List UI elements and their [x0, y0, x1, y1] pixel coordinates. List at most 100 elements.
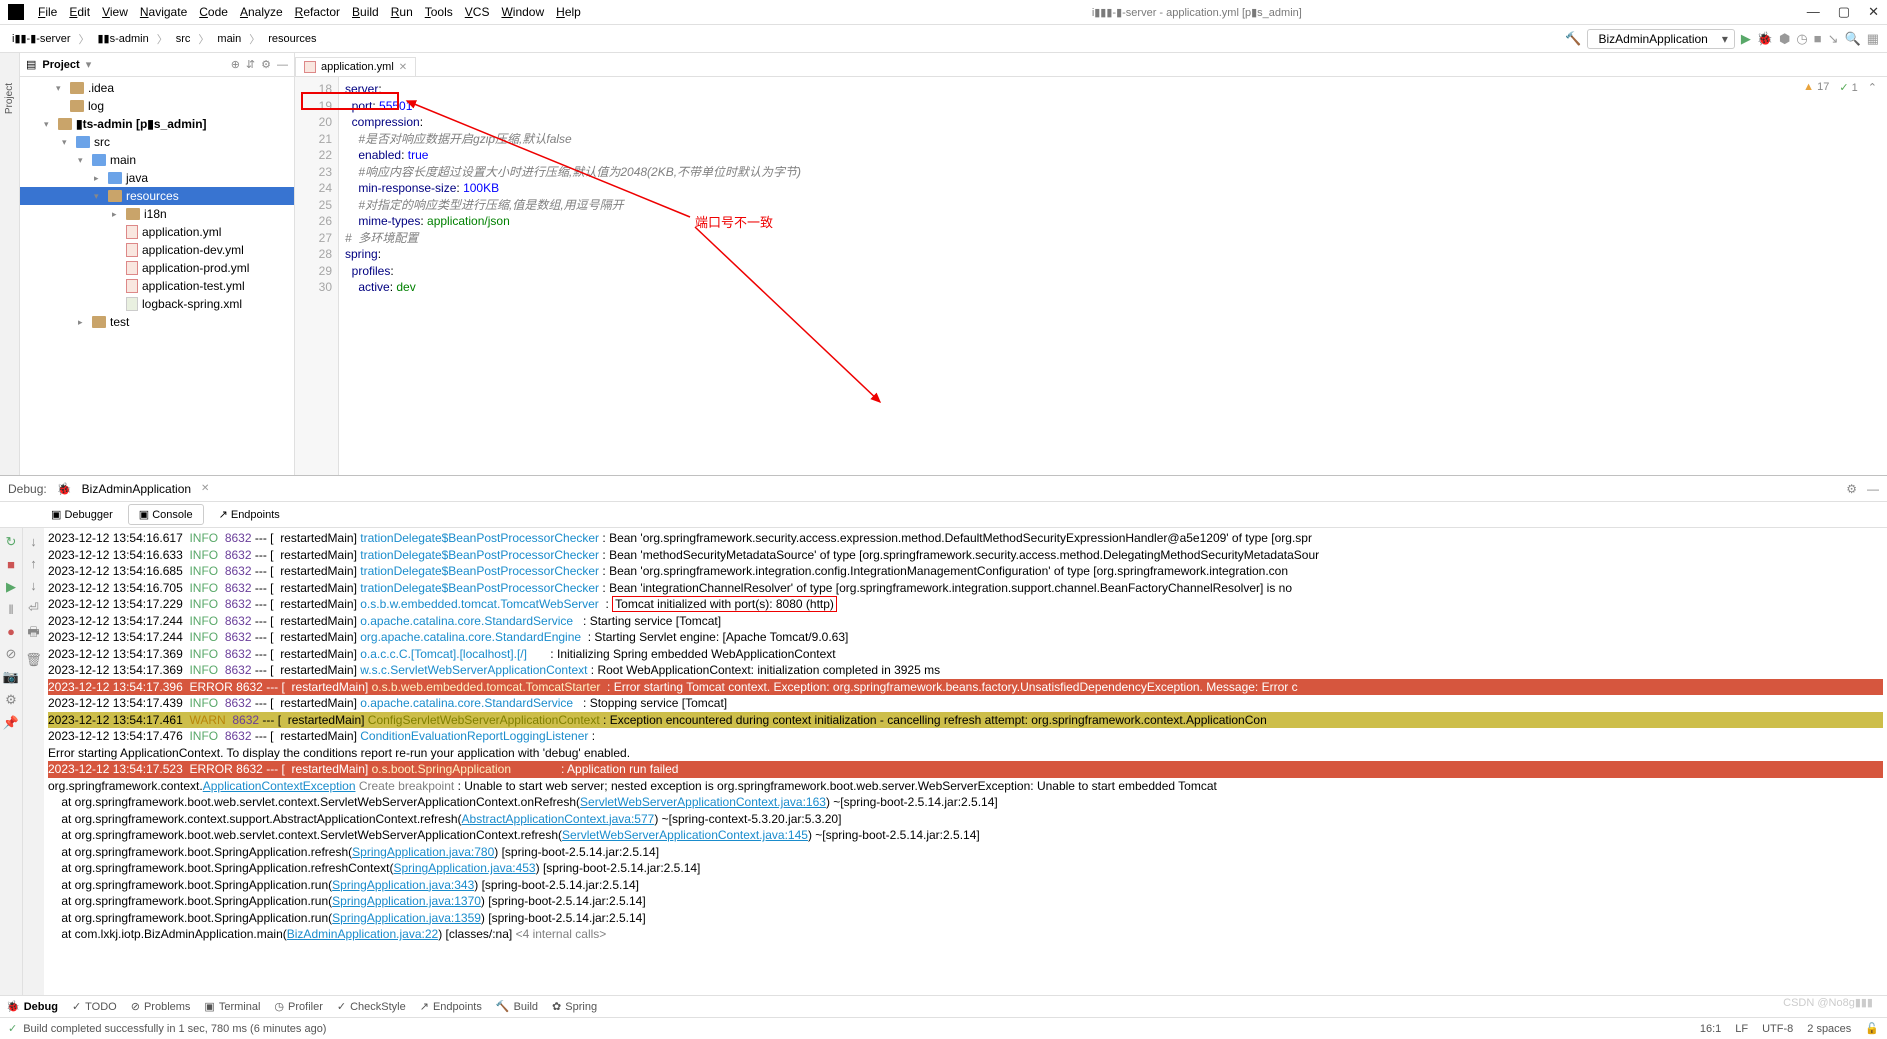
toolwindow-debug[interactable]: 🐞Debug [6, 1000, 58, 1013]
status-indent[interactable]: 2 spaces [1807, 1023, 1851, 1035]
status-lock-icon[interactable]: 🔓 [1865, 1022, 1879, 1035]
tree-node[interactable]: application-prod.yml [20, 259, 294, 277]
menu-refactor[interactable]: Refactor [289, 3, 346, 21]
soft-wrap-icon[interactable]: ⏎ [28, 600, 39, 616]
breadcrumb[interactable]: i▮▮-▮-server〉▮▮s-admin〉src〉main〉resource… [8, 30, 321, 47]
tree-node[interactable]: application.yml [20, 223, 294, 241]
status-position[interactable]: 16:1 [1700, 1023, 1721, 1035]
toolwindow-problems[interactable]: ⊘Problems [131, 1000, 191, 1013]
dump-icon[interactable]: 📷 [3, 669, 19, 685]
debug-title: Debug: [8, 482, 47, 496]
status-encoding[interactable]: UTF-8 [1762, 1023, 1793, 1035]
toolwindow-spring[interactable]: ✿Spring [552, 1000, 597, 1013]
settings-gear-icon[interactable]: ⚙ [261, 58, 271, 71]
breadcrumb-item[interactable]: resources [264, 31, 320, 47]
csdn-watermark: CSDN @No8g▮▮▮ [1783, 996, 1873, 1009]
run-icon[interactable]: ▶ [1741, 31, 1751, 47]
breadcrumb-item[interactable]: src [172, 31, 195, 47]
tree-node[interactable]: ▾main [20, 151, 294, 169]
down-stack-icon[interactable]: ↓ [30, 578, 37, 593]
menu-build[interactable]: Build [346, 3, 385, 21]
menu-edit[interactable]: Edit [63, 3, 96, 21]
dir-blue-icon [108, 172, 122, 184]
menu-window[interactable]: Window [495, 3, 550, 21]
menu-file[interactable]: File [32, 3, 63, 21]
code-editor[interactable]: server: port: 55501 compression: #是否对响应数… [339, 77, 1887, 475]
tree-node[interactable]: log [20, 97, 294, 115]
view-breakpoints-icon[interactable]: ● [7, 624, 15, 639]
breadcrumb-item[interactable]: main [213, 31, 245, 47]
breadcrumb-item[interactable]: ▮▮s-admin [94, 30, 153, 47]
tree-node[interactable]: ▸java [20, 169, 294, 187]
tree-node[interactable]: ▾resources [20, 187, 294, 205]
tree-node[interactable]: ▾▮ts-admin [p▮s_admin] [20, 115, 294, 133]
menu-navigate[interactable]: Navigate [134, 3, 193, 21]
menu-run[interactable]: Run [385, 3, 419, 21]
tree-node[interactable]: ▾.idea [20, 79, 294, 97]
project-tree[interactable]: ▾.idealog▾▮ts-admin [p▮s_admin]▾src▾main… [20, 77, 294, 475]
toolwindow-terminal[interactable]: ▣Terminal [204, 1000, 260, 1013]
stop-debug-icon[interactable]: ■ [7, 557, 15, 572]
debug-tab-console[interactable]: ▣ Console [128, 504, 204, 525]
breadcrumb-item[interactable]: i▮▮-▮-server [8, 30, 75, 47]
menu-help[interactable]: Help [550, 3, 587, 21]
rerun-icon[interactable]: ↻ [6, 534, 17, 550]
expand-icon[interactable]: ⇵ [246, 58, 255, 71]
tree-node[interactable]: application-dev.yml [20, 241, 294, 259]
stop-icon[interactable]: ■ [1814, 31, 1822, 46]
console-output[interactable]: 2023-12-12 13:54:16.617 INFO 8632 --- [ … [44, 528, 1887, 995]
search-icon[interactable]: 🔍 [1845, 31, 1861, 47]
toolwindow-endpoints[interactable]: ↗Endpoints [420, 1000, 482, 1013]
inspections-more-icon[interactable]: ⌃ [1868, 81, 1877, 94]
print-icon[interactable]: 🖶 [27, 623, 39, 645]
pin-icon[interactable]: 📌 [3, 715, 19, 731]
settings-icon[interactable]: ⚙ [5, 692, 17, 708]
profile-icon[interactable]: ◷ [1796, 31, 1807, 47]
debug-icon[interactable]: 🐞 [1757, 31, 1773, 47]
minimize-icon[interactable]: — [1807, 4, 1820, 20]
select-opened-icon[interactable]: ⊕ [231, 58, 240, 71]
clear-icon[interactable]: 🗑 [25, 652, 42, 668]
debug-tab-endpoints[interactable]: ↗ Endpoints [208, 504, 291, 525]
up-stack-icon[interactable]: ↑ [30, 556, 37, 571]
coverage-icon[interactable]: ⬢ [1779, 31, 1790, 47]
resume-icon[interactable]: ▶ [6, 579, 16, 595]
scroll-to-end-icon[interactable]: ↓ [30, 534, 37, 549]
toolwindow-checkstyle[interactable]: ✓CheckStyle [337, 1000, 406, 1013]
menu-code[interactable]: Code [193, 3, 234, 21]
menu-view[interactable]: View [96, 3, 134, 21]
maximize-icon[interactable]: ▢ [1838, 4, 1850, 20]
toolwindow-build[interactable]: 🔨Build [496, 1000, 538, 1013]
settings-icon[interactable]: ▦ [1867, 31, 1879, 47]
hide-icon[interactable]: — [277, 59, 288, 71]
menu-vcs[interactable]: VCS [459, 3, 496, 21]
hammer-icon[interactable]: 🔨 [1565, 31, 1581, 47]
tab-close-icon[interactable]: ✕ [399, 62, 407, 73]
toolwindow-todo[interactable]: ✓TODO [72, 1000, 117, 1013]
window-title: i▮▮▮-▮-server - application.yml [p▮s_adm… [589, 6, 1805, 19]
menu-tools[interactable]: Tools [419, 3, 459, 21]
vcs-icon[interactable]: ↘ [1828, 31, 1839, 47]
tree-node[interactable]: ▸test [20, 313, 294, 331]
close-icon[interactable]: ✕ [1868, 4, 1879, 20]
menu-analyze[interactable]: Analyze [234, 3, 289, 21]
pause-icon[interactable]: ‖ [8, 602, 13, 617]
line-gutter[interactable]: 18192021222324252627282930 [295, 77, 339, 475]
debug-settings-icon[interactable]: ⚙ [1846, 482, 1857, 496]
project-tool-button[interactable]: Project [4, 83, 15, 114]
tree-node[interactable]: logback-spring.xml [20, 295, 294, 313]
tree-node[interactable]: ▾src [20, 133, 294, 151]
editor-tab[interactable]: application.yml ✕ [295, 57, 416, 76]
debug-tab-debugger[interactable]: ▣ Debugger [40, 504, 124, 525]
tree-node[interactable]: application-test.yml [20, 277, 294, 295]
tree-node[interactable]: ▸i18n [20, 205, 294, 223]
inspections-warnings[interactable]: 17 [1803, 81, 1829, 94]
debug-hide-icon[interactable]: — [1867, 482, 1879, 496]
toolwindow-profiler[interactable]: ◷Profiler [274, 1000, 322, 1013]
debug-app-name[interactable]: BizAdminApplication [82, 482, 191, 496]
inspections-ok[interactable]: 1 [1839, 81, 1857, 94]
run-config-selector[interactable]: BizAdminApplication [1587, 29, 1734, 49]
project-panel-title[interactable]: Project [42, 59, 79, 71]
mute-breakpoints-icon[interactable]: ⊘ [6, 646, 17, 662]
status-line-sep[interactable]: LF [1735, 1023, 1748, 1035]
